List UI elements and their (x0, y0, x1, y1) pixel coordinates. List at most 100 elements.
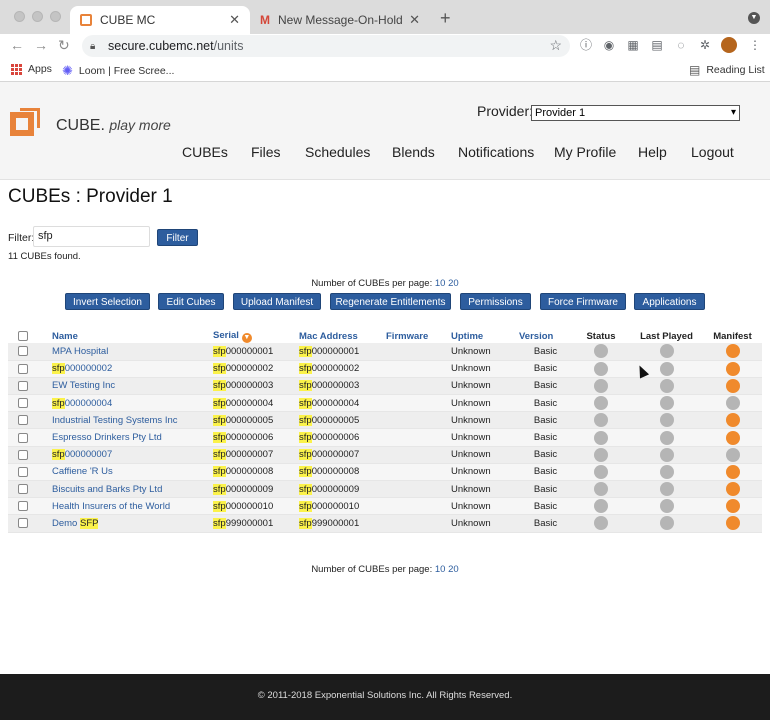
reload-icon[interactable]: ↻ (58, 37, 70, 54)
table-row[interactable]: Industrial Testing Systems Inc sfp0000000… (8, 411, 762, 429)
manifest-indicator-icon[interactable] (725, 430, 740, 445)
close-window-button[interactable] (14, 11, 25, 22)
table-row[interactable]: sfp000000007 sfp000000007 sfp000000007 Unkn… (8, 446, 762, 464)
column-header-serial[interactable]: Serial ▼ (213, 330, 299, 343)
bookmark-apps[interactable]: Apps (11, 63, 52, 75)
nav-my-profile[interactable]: My Profile (554, 144, 616, 160)
filter-button[interactable]: Filter (157, 229, 198, 246)
nav-help[interactable]: Help (638, 144, 667, 160)
nav-blends[interactable]: Blends (392, 144, 435, 160)
row-checkbox[interactable] (18, 518, 28, 529)
manifest-indicator-icon[interactable] (725, 464, 740, 479)
bookmark-loom[interactable]: ✺ Loom | Free Scree... (62, 63, 174, 79)
manifest-indicator-icon[interactable] (725, 482, 740, 497)
info-extension-icon[interactable]: ⓘ (579, 38, 593, 52)
new-tab-button[interactable]: + (440, 8, 451, 29)
manifest-indicator-icon[interactable] (725, 447, 740, 462)
table-row[interactable]: Caffiene 'R Us sfp000000008 sfp000000008 Un… (8, 463, 762, 481)
table-row[interactable]: Health Insurers of the World sfp000000010… (8, 497, 762, 515)
bookmark-star-icon[interactable]: ☆ (549, 37, 562, 54)
table-row[interactable]: Espresso Drinkers Pty Ltd sfp000000006 sfp… (8, 428, 762, 447)
calendar-extension-icon[interactable]: ▦ (626, 38, 640, 52)
nav-schedules[interactable]: Schedules (305, 144, 370, 160)
table-row[interactable]: Biscuits and Barks Pty Ltd sfp000000009 sf… (8, 480, 762, 498)
address-bar[interactable]: 🔒︎ secure.cubemc.net/units ☆ (82, 35, 570, 57)
regenerate-entitlements-button[interactable]: Regenerate Entitlements (330, 293, 451, 310)
manifest-indicator-icon[interactable] (725, 344, 740, 359)
profile-avatar[interactable] (721, 37, 737, 53)
cube-name-link[interactable]: MPA Hospital (52, 346, 108, 357)
maximize-window-button[interactable] (50, 11, 61, 22)
manifest-indicator-icon[interactable] (725, 396, 740, 411)
row-checkbox[interactable] (18, 466, 28, 477)
table-row[interactable]: sfp000000002 sfp000000002 sfp000000002 Unkn… (8, 360, 762, 378)
manifest-indicator-icon[interactable] (725, 516, 740, 531)
column-header-uptime[interactable]: Uptime (451, 330, 519, 343)
extension-icon[interactable]: ◌ (674, 38, 688, 52)
cube-logo[interactable]: CUBE. play more (10, 108, 171, 138)
row-checkbox[interactable] (18, 432, 28, 443)
cube-name-link[interactable]: Biscuits and Barks Pty Ltd (52, 484, 162, 495)
row-checkbox[interactable] (18, 380, 28, 391)
extension-icon[interactable]: ▤ (650, 38, 664, 52)
cube-name-link[interactable]: sfp000000007 (52, 449, 112, 461)
row-checkbox[interactable] (18, 449, 28, 460)
cube-name-link[interactable]: sfp000000002 (52, 363, 112, 375)
tab-cube-mc[interactable]: CUBE MC ✕ (70, 6, 250, 34)
permissions-button[interactable]: Permissions (460, 293, 531, 310)
column-header-name[interactable]: Name (52, 330, 213, 343)
puzzle-extensions-icon[interactable]: ✲ (698, 38, 712, 52)
nav-logout[interactable]: Logout (691, 144, 734, 160)
per-page-20-link[interactable]: 20 (448, 278, 459, 289)
nav-cubes[interactable]: CUBEs (182, 144, 228, 160)
select-all-checkbox[interactable] (18, 331, 28, 342)
row-checkbox[interactable] (18, 484, 28, 495)
upload-manifest-button[interactable]: Upload Manifest (233, 293, 321, 310)
kebab-menu-icon[interactable]: ⋮ (748, 38, 762, 52)
back-icon[interactable]: ← (10, 37, 24, 53)
row-checkbox[interactable] (18, 363, 28, 374)
table-row[interactable]: Demo SFP sfp999000001 sfp999000001 Unknown B… (8, 514, 762, 533)
row-checkbox[interactable] (18, 346, 28, 357)
cube-name-link[interactable]: Industrial Testing Systems Inc (52, 415, 178, 426)
invert-selection-button[interactable]: Invert Selection (65, 293, 150, 310)
nav-files[interactable]: Files (251, 144, 281, 160)
extension-icon[interactable]: ◉ (602, 38, 616, 52)
cube-name-link[interactable]: Caffiene 'R Us (52, 466, 113, 477)
row-checkbox[interactable] (18, 398, 28, 409)
copyright-text: © 2011-2018 Exponential Solutions Inc. A… (257, 690, 513, 701)
per-page-20-link[interactable]: 20 (448, 564, 459, 575)
applications-button[interactable]: Applications (634, 293, 705, 310)
manifest-indicator-icon[interactable] (725, 499, 740, 514)
forward-icon[interactable]: → (34, 37, 48, 53)
tab-new-message[interactable]: M New Message-On-Hold for Der ✕ (250, 6, 430, 34)
provider-select[interactable]: Provider 1 ▾ (531, 105, 740, 121)
force-firmware-button[interactable]: Force Firmware (540, 293, 626, 310)
table-row[interactable]: sfp000000004 sfp000000004 sfp000000004 Unkn… (8, 394, 762, 412)
cube-name-link[interactable]: Espresso Drinkers Pty Ltd (52, 432, 162, 443)
nav-notifications[interactable]: Notifications (458, 144, 534, 160)
cube-name-link[interactable]: Demo SFP (52, 517, 99, 529)
tab-search-icon[interactable]: ▼ (748, 12, 760, 24)
edit-cubes-button[interactable]: Edit Cubes (158, 293, 224, 310)
minimize-window-button[interactable] (32, 11, 43, 22)
manifest-indicator-icon[interactable] (725, 378, 740, 393)
cube-name-link[interactable]: Health Insurers of the World (52, 501, 170, 512)
table-row[interactable]: MPA Hospital sfp000000001 sfp000000001 Unkn… (8, 343, 762, 361)
close-tab-icon[interactable]: ✕ (409, 12, 420, 28)
per-page-10-link[interactable]: 10 (435, 278, 446, 289)
manifest-indicator-icon[interactable] (725, 413, 740, 428)
column-header-firmware[interactable]: Firmware (386, 330, 451, 343)
manifest-indicator-icon[interactable] (725, 361, 740, 376)
reading-list[interactable]: ▤ Reading List (689, 63, 765, 77)
row-checkbox[interactable] (18, 415, 28, 426)
column-header-version[interactable]: Version (519, 330, 572, 343)
table-row[interactable]: EW Testing Inc sfp000000003 sfp000000003 Un… (8, 377, 762, 395)
per-page-10-link[interactable]: 10 (435, 564, 446, 575)
column-header-mac-address[interactable]: Mac Address (299, 330, 386, 343)
row-checkbox[interactable] (18, 501, 28, 512)
cube-name-link[interactable]: sfp000000004 (52, 397, 112, 409)
filter-input[interactable]: sfp (33, 226, 150, 247)
cube-name-link[interactable]: EW Testing Inc (52, 380, 115, 391)
close-tab-icon[interactable]: ✕ (229, 12, 240, 28)
